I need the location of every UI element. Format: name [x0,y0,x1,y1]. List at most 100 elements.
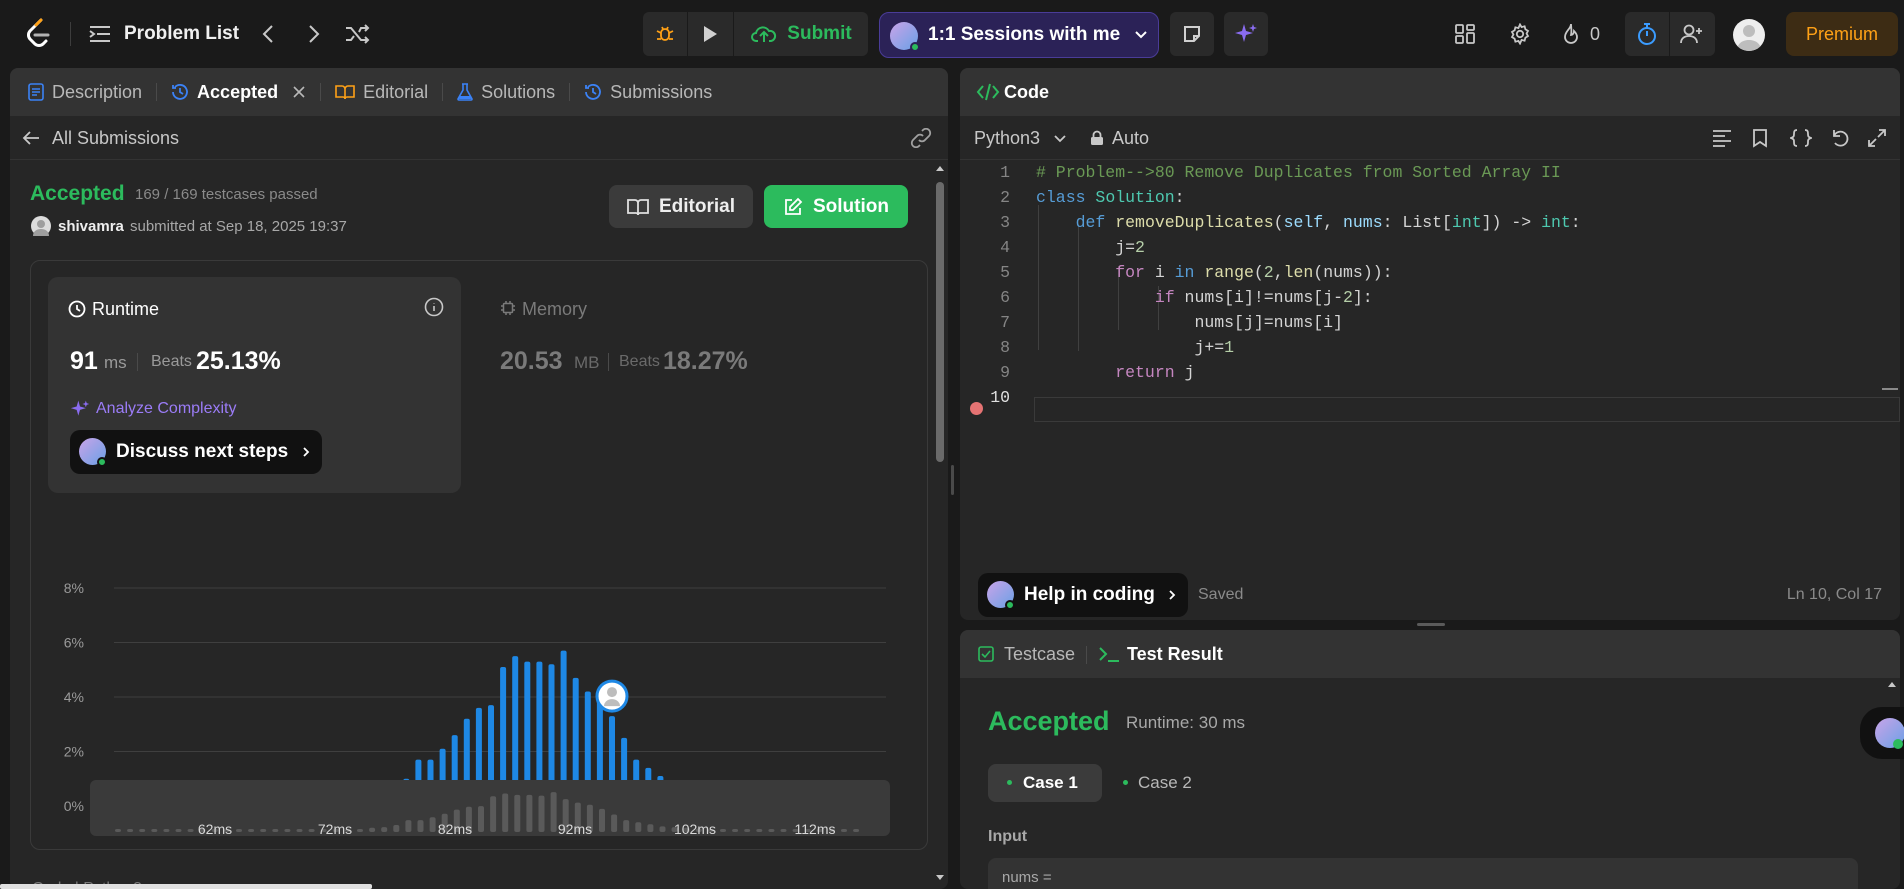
memory-beats-label: Beats [619,353,660,370]
editorial-button[interactable]: Editorial [609,185,753,228]
input-label: Input [988,828,1028,845]
help-in-coding-button[interactable]: Help in coding [978,573,1188,617]
chevron-down-icon[interactable] [1053,134,1067,143]
runtime-beats: 25.13% [196,347,281,375]
brush-bar [768,829,775,832]
language-select[interactable]: Python3 [974,128,1040,149]
list-icon[interactable] [88,22,112,46]
scrollbar-thumb[interactable] [936,182,944,462]
runtime-card[interactable]: Runtime 91 ms Beats 25.13% Analyze Compl… [48,277,461,493]
gear-icon[interactable] [1508,22,1532,46]
leetcode-logo-icon[interactable] [22,15,54,51]
tab-description-label: Description [52,81,143,102]
format-icon[interactable] [1712,129,1732,147]
auto-mode[interactable]: Auto [1112,128,1149,149]
run-icon[interactable] [688,12,732,56]
reset-icon[interactable] [1830,128,1850,148]
panel-resize-handle[interactable] [951,465,954,495]
link-icon[interactable] [910,128,932,148]
brush-tick-label: 92ms [558,821,592,836]
note-icon [1170,12,1214,56]
discuss-next-steps-button[interactable]: Discuss next steps [70,430,322,474]
lock-icon [1091,130,1103,145]
arrow-left-icon[interactable] [22,130,40,146]
tab-accepted-label: Accepted [197,81,279,102]
brush-bar [526,794,533,832]
code-line-2: class Solution: [1036,188,1185,207]
submit-label: Submit [787,23,852,44]
breakpoint-dot[interactable] [970,402,983,415]
expand-icon[interactable] [1867,128,1887,148]
tab-accepted[interactable]: Accepted [171,68,306,116]
username[interactable]: shivamra [58,218,124,235]
profile-avatar[interactable] [1733,19,1765,51]
saved-status: Saved [1198,586,1244,603]
ai-button[interactable] [1224,12,1268,56]
y-tick-label: 0% [64,798,84,814]
horizontal-scrollbar[interactable] [0,884,372,889]
note-button[interactable] [1170,12,1214,56]
code-line-9: return j [1115,363,1195,382]
bookmark-icon[interactable] [1752,128,1768,148]
current-line-highlight [1034,397,1900,422]
brush-tick-label: 82ms [438,821,472,836]
shuffle-icon[interactable] [344,22,372,46]
submit-button[interactable]: Submit [739,12,864,56]
brush-bar [236,829,242,832]
code-editor[interactable]: 1 2 3 4 5 6 7 8 9 10 # Problem-->80 Remove Duplic… [960,160,1900,540]
timer-icon[interactable] [1625,12,1669,56]
tab-editorial[interactable]: Editorial [335,68,428,116]
sessions-button[interactable]: 1:1 Sessions with me [879,12,1159,58]
tab-testcase[interactable]: Testcase [1004,644,1075,665]
brush-bar [538,795,545,832]
tab-test-result[interactable]: Test Result [1127,644,1223,665]
all-submissions-link[interactable]: All Submissions [52,128,179,149]
memory-card[interactable]: Memory 20.53 MB Beats 18.27% [490,276,890,396]
help-label: Help in coding [1024,584,1155,605]
case-2-tab[interactable]: Case 2 [1112,764,1222,802]
brush-bar [514,794,521,832]
braces-icon[interactable] [1790,128,1812,148]
runtime-overview-brush[interactable]: 62ms 72ms 82ms 92ms 102ms 112ms [90,780,890,836]
solution-button[interactable]: Solution [764,185,908,228]
brush-bar [550,792,557,832]
brush-bar [756,829,763,832]
next-problem-icon[interactable] [302,22,326,46]
case-1-tab[interactable]: Case 1 [988,764,1102,802]
discuss-label: Discuss next steps [116,441,289,462]
debug-icon[interactable] [643,12,687,56]
close-icon[interactable] [292,85,306,99]
problem-list-link[interactable]: Problem List [124,23,239,45]
code-line-6: if nums[i]!=nums[j-2]: [1154,288,1373,307]
tab-solutions-label: Solutions [481,81,556,102]
brush-bar [429,817,436,832]
result-runtime: Runtime: 30 ms [1126,713,1246,732]
line-number: 6 [1000,288,1010,307]
prev-problem-icon[interactable] [256,22,280,46]
analyze-complexity-link[interactable]: Analyze Complexity [96,400,237,418]
layout-grid-icon[interactable] [1453,22,1477,46]
editorial-button-label: Editorial [658,195,735,217]
tab-solutions[interactable]: Solutions [457,68,555,116]
flame-icon[interactable] [1560,22,1582,46]
premium-button[interactable]: Premium [1786,12,1898,56]
y-tick-label: 6% [64,635,84,651]
brush-tick-label: 112ms [795,821,836,836]
brush-bar [659,826,666,832]
streak-count: 0 [1590,24,1601,44]
memory-value: 20.53 [500,347,563,375]
tab-submissions[interactable]: Submissions [584,68,712,116]
brush-bar [308,829,315,832]
info-icon[interactable] [424,297,444,317]
brush-bar [599,808,605,832]
line-number: 1 [1000,163,1010,182]
tab-description[interactable]: Description [28,68,142,116]
floating-assistant[interactable] [1860,707,1904,759]
brush-bar [417,820,424,832]
add-user-icon[interactable] [1670,12,1714,56]
submissions-header: All Submissions [10,116,948,160]
input-box[interactable]: nums = [988,858,1858,889]
checkbox-icon [978,646,994,662]
left-scrollbar[interactable] [934,164,946,889]
vertical-resize-handle[interactable] [1417,623,1445,626]
